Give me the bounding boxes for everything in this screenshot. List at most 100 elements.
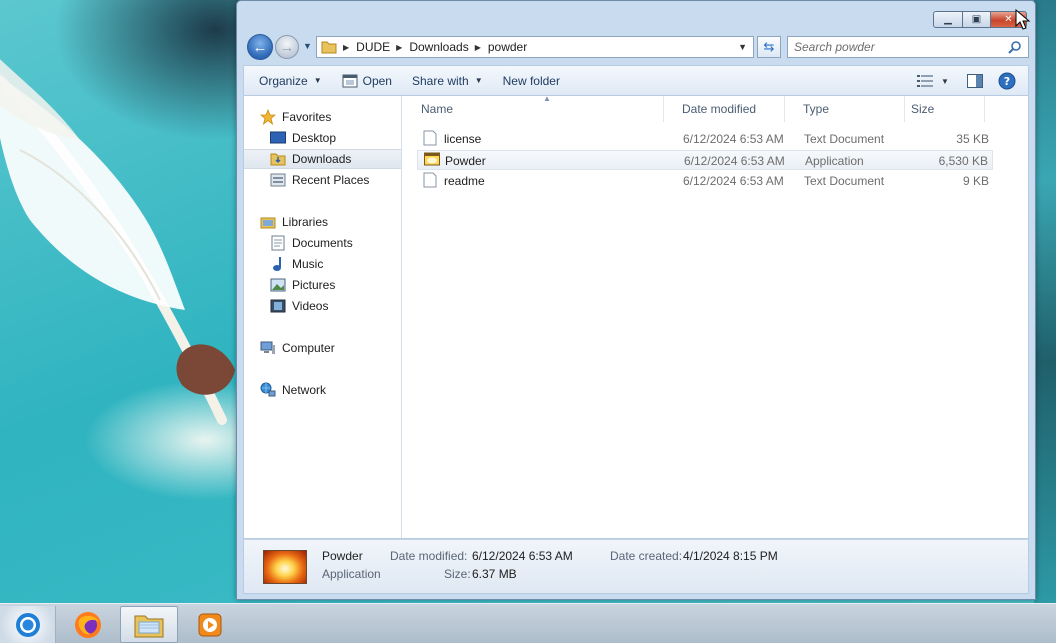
nav-label: Documents [292, 236, 353, 250]
file-type: Application [805, 154, 864, 168]
music-icon [270, 256, 286, 272]
minimize-button[interactable]: ▁ [933, 11, 963, 28]
nav-item-documents[interactable]: Documents [244, 233, 401, 253]
file-size: 6,530 KB [938, 154, 988, 168]
search-box[interactable] [787, 36, 1029, 58]
column-header-name[interactable]: Name ▲ [403, 94, 664, 122]
nav-item-videos[interactable]: Videos [244, 296, 401, 316]
share-with-button[interactable]: Share with ▼ [403, 69, 492, 93]
details-view-icon [917, 75, 933, 87]
nav-label: Pictures [292, 278, 336, 292]
file-date: 6/12/2024 6:53 AM [683, 174, 784, 188]
nav-item-pictures[interactable]: Pictures [244, 275, 401, 295]
column-header-date-modified[interactable]: Date modified [664, 96, 785, 122]
taskbar-chrome-button[interactable] [0, 606, 56, 643]
nav-item-music[interactable]: Music [244, 254, 401, 274]
refresh-icon: ⇆ [763, 39, 775, 54]
refresh-button[interactable]: ⇆ [757, 36, 781, 58]
dropdown-arrow-icon: ▼ [474, 76, 483, 85]
file-size: 9 KB [962, 174, 989, 188]
caption-buttons: ▁ ▣ ✕ [933, 11, 1027, 28]
maximize-button[interactable]: ▣ [963, 11, 991, 28]
file-row[interactable]: readme 6/12/2024 6:53 AM Text Document 9… [417, 171, 993, 191]
file-name: Powder [445, 154, 486, 168]
column-name-label: Name [421, 102, 454, 116]
details-date-modified-value: 6/12/2024 6:53 AM [472, 549, 573, 563]
file-date: 6/12/2024 6:53 AM [683, 132, 784, 146]
star-icon [260, 109, 276, 125]
maximize-icon: ▣ [971, 14, 982, 25]
libraries-icon [260, 214, 276, 230]
breadcrumb-separator-icon[interactable]: ▶ [396, 43, 402, 52]
nav-label: Network [282, 383, 327, 397]
file-date: 6/12/2024 6:53 AM [684, 154, 785, 168]
breadcrumb-separator-icon[interactable]: ▶ [475, 43, 481, 52]
nav-label: Downloads [292, 152, 352, 166]
text-document-icon [423, 172, 439, 188]
nav-item-downloads[interactable]: Downloads [244, 149, 401, 169]
close-icon: ✕ [1004, 14, 1013, 25]
media-player-icon [198, 613, 222, 636]
details-date-modified-label: Date modified: [390, 549, 468, 563]
nav-item-recent-places[interactable]: Recent Places [244, 170, 401, 190]
address-dropdown-icon[interactable]: ▼ [738, 42, 747, 52]
breadcrumb-dude[interactable]: DUDE [356, 40, 390, 54]
taskbar-media-player-button[interactable] [182, 606, 238, 643]
file-row[interactable]: license 6/12/2024 6:53 AM Text Document … [417, 129, 993, 149]
content-area: Favorites Desktop Downloads Recent Place… [243, 94, 1029, 539]
new-folder-label: New folder [502, 73, 560, 88]
folder-icon [321, 41, 337, 54]
preview-pane-button[interactable] [962, 69, 988, 93]
details-file-type: Application [322, 567, 381, 581]
new-folder-button[interactable]: New folder [494, 69, 569, 93]
recent-places-icon [270, 172, 286, 188]
nav-item-libraries[interactable]: Libraries [260, 212, 400, 232]
breadcrumb-downloads[interactable]: Downloads [409, 40, 468, 54]
taskbar-firefox-button[interactable] [60, 606, 116, 643]
hand-shape [176, 344, 235, 395]
nav-item-network[interactable]: Network [260, 380, 400, 400]
nav-item-desktop[interactable]: Desktop [244, 128, 401, 148]
column-header-type[interactable]: Type [785, 96, 905, 122]
preview-pane-icon [967, 74, 983, 88]
svg-text:?: ? [1004, 75, 1010, 88]
forward-arrow-icon: → [279, 38, 295, 56]
search-input[interactable] [794, 38, 994, 56]
file-explorer-icon [134, 615, 164, 637]
nav-item-favorites[interactable]: Favorites [260, 107, 400, 127]
organize-button[interactable]: Organize ▼ [250, 69, 331, 93]
nav-label: Recent Places [292, 173, 370, 187]
nav-label: Desktop [292, 131, 337, 145]
column-type-label: Type [803, 102, 830, 116]
forward-button[interactable]: → [275, 35, 299, 59]
file-type: Text Document [804, 132, 885, 146]
change-view-button[interactable] [912, 69, 938, 93]
search-icon[interactable] [1008, 40, 1022, 54]
nav-item-computer[interactable]: Computer [260, 338, 400, 358]
command-bar: Organize ▼ Open Share with ▼ New folder [243, 65, 1029, 95]
open-button[interactable]: Open [333, 69, 401, 93]
view-controls: ▼ ? [912, 69, 1020, 93]
mouse-cursor-icon [1015, 9, 1031, 30]
view-options-dropdown-icon[interactable]: ▼ [938, 69, 952, 93]
help-button[interactable]: ? [994, 69, 1020, 93]
column-size-label: Size [911, 102, 935, 116]
details-date-created-label: Date created: [610, 549, 683, 563]
taskbar-explorer-button[interactable] [120, 606, 178, 643]
column-date-modified-label: Date modified [682, 102, 757, 116]
file-row[interactable]: Powder 6/12/2024 6:53 AM Application 6,5… [417, 150, 993, 170]
breadcrumb-separator-icon[interactable]: ▶ [343, 43, 349, 52]
breadcrumb-powder[interactable]: powder [488, 40, 527, 54]
back-button[interactable]: ← [247, 34, 273, 60]
file-type: Text Document [804, 174, 885, 188]
dropdown-arrow-icon: ▼ [313, 76, 322, 85]
column-header-size[interactable]: Size [905, 96, 985, 122]
title-bar[interactable]: ▁ ▣ ✕ [237, 1, 1035, 33]
file-name: readme [444, 174, 485, 188]
downloads-folder-icon [270, 151, 286, 167]
recent-pages-dropdown-icon[interactable]: ▼ [303, 41, 312, 51]
desktop-icon [270, 130, 286, 146]
address-bar[interactable]: ▶ DUDE ▶ Downloads ▶ powder ▼ [316, 36, 754, 58]
details-date-created-value: 4/1/2024 8:15 PM [683, 549, 778, 563]
navigation-row: ← → ▼ ▶ DUDE ▶ Downloads ▶ powder ▼ ⇆ [245, 34, 1029, 60]
